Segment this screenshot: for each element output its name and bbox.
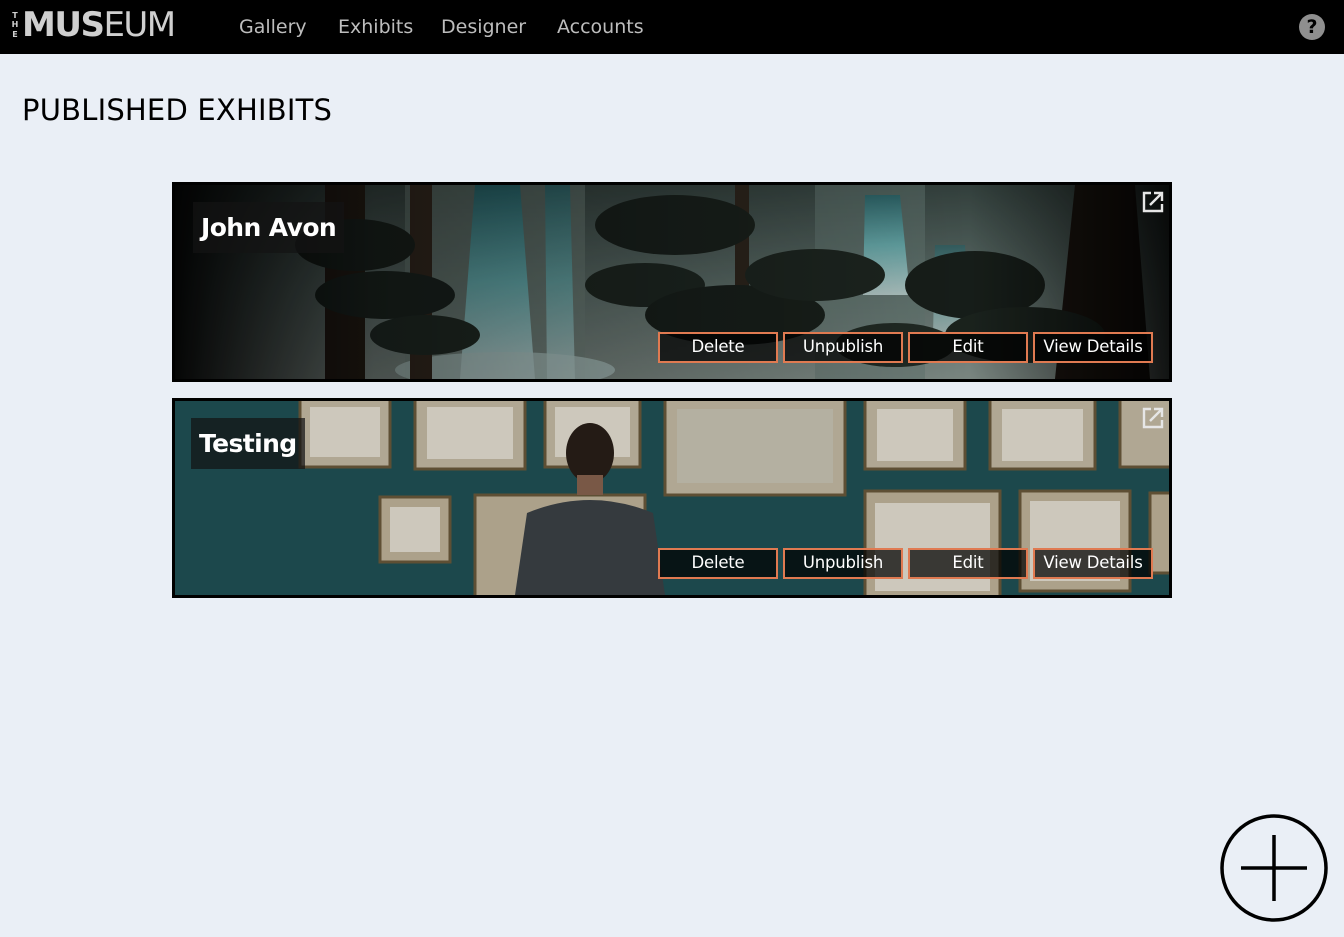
nav-accounts[interactable]: Accounts	[557, 0, 644, 54]
museum-logo[interactable]: T H E MUSEUM	[9, 5, 177, 45]
open-external-icon[interactable]	[1141, 406, 1165, 430]
plus-circle-icon	[1220, 814, 1328, 922]
logo-the-text: T H E	[11, 10, 19, 39]
unpublish-button[interactable]: Unpublish	[783, 548, 903, 579]
edit-button[interactable]: Edit	[908, 332, 1028, 363]
nav-designer[interactable]: Designer	[441, 0, 526, 54]
view-details-button[interactable]: View Details	[1033, 548, 1153, 579]
top-nav-bar: T H E MUSEUM Gallery Exhibits Designer A…	[0, 0, 1344, 54]
add-exhibit-button[interactable]	[1219, 813, 1329, 923]
view-details-button[interactable]: View Details	[1033, 332, 1153, 363]
nav-exhibits[interactable]: Exhibits	[338, 0, 413, 54]
page-title: PUBLISHED EXHIBITS	[22, 93, 333, 127]
delete-button[interactable]: Delete	[658, 548, 778, 579]
open-external-icon[interactable]	[1141, 190, 1165, 214]
exhibit-title: John Avon	[193, 202, 345, 253]
exhibit-card[interactable]: Testing Delete Unpublish Edit View Detai…	[172, 398, 1172, 598]
logo-wordmark: MUSEUM	[22, 5, 176, 45]
nav-gallery[interactable]: Gallery	[239, 0, 307, 54]
exhibit-title: Testing	[191, 418, 305, 469]
exhibit-card[interactable]: John Avon Delete Unpublish Edit View Det…	[172, 182, 1172, 382]
delete-button[interactable]: Delete	[658, 332, 778, 363]
edit-button[interactable]: Edit	[908, 548, 1028, 579]
help-icon[interactable]: ?	[1299, 14, 1325, 40]
unpublish-button[interactable]: Unpublish	[783, 332, 903, 363]
